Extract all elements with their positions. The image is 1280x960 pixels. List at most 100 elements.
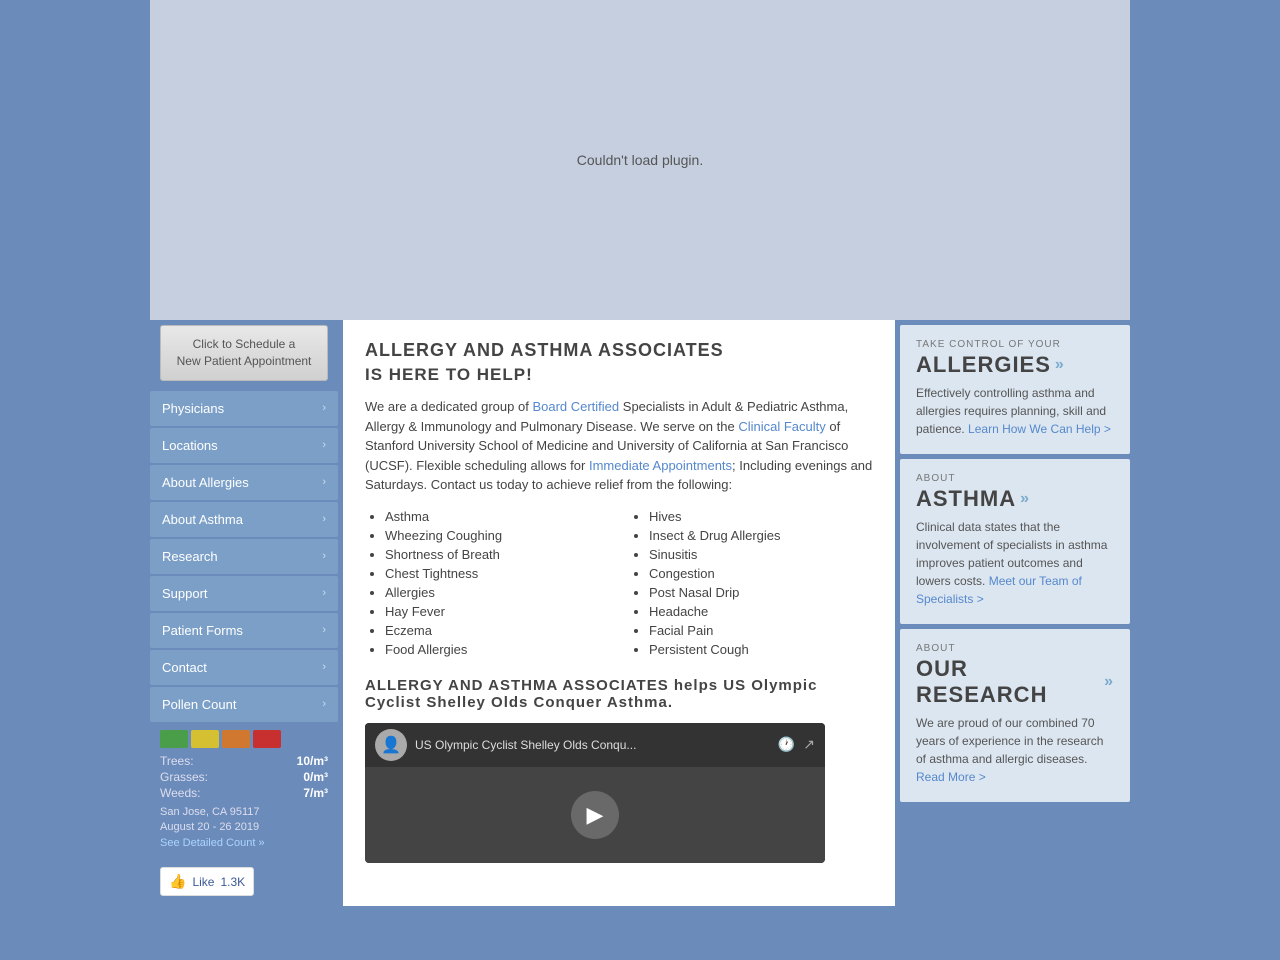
video-player[interactable]: 👤 US Olympic Cyclist Shelley Olds Conqu.… [365,723,825,863]
fb-like-label: Like [192,875,214,889]
asthma-card-text: Clinical data states that the involvemen… [916,518,1114,608]
pollen-trees-value: 10/m³ [297,754,328,768]
video-title-text: US Olympic Cyclist Shelley Olds Conqu... [415,738,770,752]
list-item: Wheezing Coughing [385,528,609,543]
intro-text-1: We are a dedicated group of [365,399,532,414]
intro-paragraph: We are a dedicated group of Board Certif… [365,397,873,495]
list-item: Food Allergies [385,642,609,657]
allergies-link[interactable]: Learn How We Can Help > [968,422,1111,436]
arrows-icon: » [1020,490,1030,508]
symptoms-section: Asthma Wheezing Coughing Shortness of Br… [365,509,873,661]
list-item: Insect & Drug Allergies [649,528,873,543]
chevron-right-icon: › [322,550,326,562]
clinical-faculty-link[interactable]: Clinical Faculty [738,419,825,434]
video-body[interactable]: ▶ [365,767,825,863]
video-header: 👤 US Olympic Cyclist Shelley Olds Conqu.… [365,723,825,767]
pollen-bar-yellow [191,730,219,748]
symptoms-right-col: Hives Insect & Drug Allergies Sinusitis … [629,509,873,661]
fb-like-count: 1.3K [220,875,245,889]
main-layout: Click to Schedule a New Patient Appointm… [150,320,1130,906]
list-item: Facial Pain [649,623,873,638]
list-item: Hay Fever [385,604,609,619]
chevron-right-icon: › [322,698,326,710]
symptoms-right-list: Hives Insect & Drug Allergies Sinusitis … [629,509,873,657]
chevron-right-icon: › [322,476,326,488]
pollen-grasses-label: Grasses: [160,770,208,784]
research-card: ABOUT OUR RESEARCH » We are proud of our… [900,629,1130,802]
section2-title: ALLERGY AND ASTHMA ASSOCIATES helps US O… [365,677,873,711]
plugin-message: Couldn't load plugin. [577,152,703,168]
sidebar-item-pollen-count[interactable]: Pollen Count › [150,687,338,722]
arrows-icon: » [1104,673,1114,691]
fb-like-box[interactable]: 👍 Like 1.3K [160,867,254,896]
asthma-card: ABOUT ASTHMA » Clinical data states that… [900,459,1130,624]
list-item: Persistent Cough [649,642,873,657]
sidebar-item-about-asthma[interactable]: About Asthma › [150,502,338,537]
schedule-button[interactable]: Click to Schedule a New Patient Appointm… [160,325,328,381]
research-card-label: ABOUT [916,643,1114,654]
pollen-grasses-row: Grasses: 0/m³ [160,770,328,784]
pollen-weeds-label: Weeds: [160,786,200,800]
research-read-more-link[interactable]: Read More > [916,770,986,784]
sidebar: Click to Schedule a New Patient Appointm… [150,320,338,906]
sidebar-item-research[interactable]: Research › [150,539,338,574]
video-avatar: 👤 [375,729,407,761]
list-item: Asthma [385,509,609,524]
list-item: Post Nasal Drip [649,585,873,600]
chevron-right-icon: › [322,439,326,451]
list-item: Sinusitis [649,547,873,562]
pollen-weeds-row: Weeds: 7/m³ [160,786,328,800]
header-area: Couldn't load plugin. [150,0,1130,320]
pollen-bars [160,730,328,748]
pollen-section: Trees: 10/m³ Grasses: 0/m³ Weeds: 7/m³ S… [160,730,328,850]
sidebar-item-contact[interactable]: Contact › [150,650,338,685]
arrows-icon: » [1055,356,1065,374]
chevron-right-icon: › [322,661,326,673]
chevron-right-icon: › [322,402,326,414]
allergies-card: TAKE CONTROL OF YOUR ALLERGIES » Effecti… [900,325,1130,454]
pollen-bar-orange [222,730,250,748]
sidebar-item-physicians[interactable]: Physicians › [150,391,338,426]
schedule-btn-line2: New Patient Appointment [169,353,319,370]
pollen-location: San Jose, CA 95117 August 20 - 26 2019 [160,805,328,836]
pollen-weeds-value: 7/m³ [303,786,328,800]
see-detailed-link[interactable]: See Detailed Count » [160,837,265,849]
symptoms-left-list: Asthma Wheezing Coughing Shortness of Br… [365,509,609,657]
share-icon: ↗ [803,736,815,753]
chevron-right-icon: › [322,513,326,525]
symptoms-left-col: Asthma Wheezing Coughing Shortness of Br… [365,509,609,661]
pollen-trees-row: Trees: 10/m³ [160,754,328,768]
asthma-card-title: ASTHMA » [916,486,1114,512]
list-item: Shortness of Breath [385,547,609,562]
asthma-card-label: ABOUT [916,473,1114,484]
allergies-card-text: Effectively controlling asthma and aller… [916,384,1114,438]
main-title-line2: IS HERE TO HELP! [365,365,873,385]
outer-wrapper: Couldn't load plugin. Click to Schedule … [150,0,1130,906]
clock-icon: 🕐 [778,736,795,753]
schedule-btn-line1: Click to Schedule a [169,336,319,353]
board-certified-link[interactable]: Board Certified [532,399,619,414]
video-icons: 🕐 ↗ [778,736,815,753]
sidebar-item-about-allergies[interactable]: About Allergies › [150,465,338,500]
allergies-card-label: TAKE CONTROL OF YOUR [916,339,1114,350]
sidebar-item-locations[interactable]: Locations › [150,428,338,463]
list-item: Allergies [385,585,609,600]
chevron-right-icon: › [322,587,326,599]
research-card-title: OUR RESEARCH » [916,656,1114,708]
thumbs-up-icon: 👍 [169,873,186,890]
right-sidebar: TAKE CONTROL OF YOUR ALLERGIES » Effecti… [900,320,1130,906]
main-content: ALLERGY AND ASTHMA ASSOCIATES IS HERE TO… [343,320,895,906]
main-title-line1: ALLERGY AND ASTHMA ASSOCIATES [365,340,873,361]
pollen-grasses-value: 0/m³ [303,770,328,784]
pollen-bar-green [160,730,188,748]
list-item: Headache [649,604,873,619]
immediate-appointments-link[interactable]: Immediate Appointments [589,458,732,473]
play-button[interactable]: ▶ [571,791,619,839]
list-item: Hives [649,509,873,524]
sidebar-item-support[interactable]: Support › [150,576,338,611]
sidebar-item-patient-forms[interactable]: Patient Forms › [150,613,338,648]
list-item: Eczema [385,623,609,638]
pollen-trees-label: Trees: [160,754,194,768]
research-card-text: We are proud of our combined 70 years of… [916,714,1114,786]
list-item: Congestion [649,566,873,581]
